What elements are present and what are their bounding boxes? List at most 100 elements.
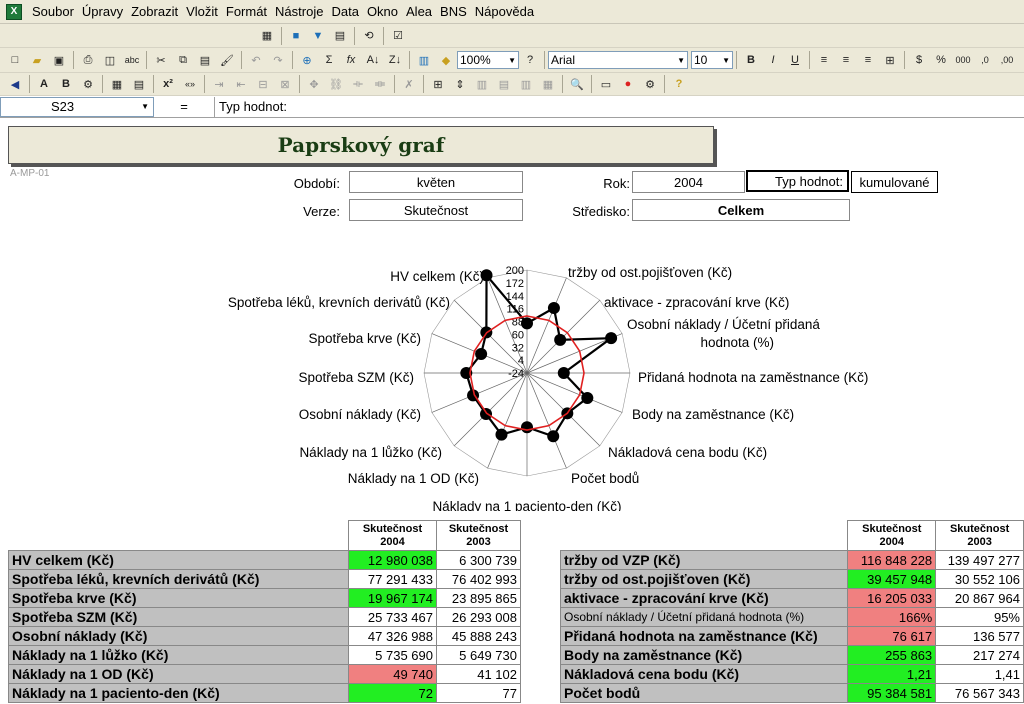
clear-icon[interactable]: ✗ (399, 74, 419, 94)
undo-icon[interactable]: ↶ (246, 50, 266, 70)
menu-soubor[interactable]: Soubor (28, 0, 78, 24)
thousands-icon[interactable]: 000 (953, 50, 973, 70)
list-icon[interactable]: ▤ (494, 74, 514, 94)
value-2004[interactable]: 166% (847, 607, 937, 627)
split-icon[interactable]: ⟛ (348, 74, 368, 94)
grid-icon[interactable]: ▦ (107, 74, 127, 94)
columns-icon[interactable]: ▥ (516, 74, 536, 94)
typ-hodnot-field[interactable]: kumulované (851, 171, 938, 193)
menu-napoveda[interactable]: Nápověda (471, 0, 538, 24)
font-a-icon[interactable]: A (34, 74, 54, 94)
value-2003[interactable]: 139 497 277 (935, 550, 1024, 570)
row-label[interactable]: tržby od VZP (Kč) (559, 550, 849, 570)
underline-icon[interactable]: U (785, 50, 805, 70)
bold-icon[interactable]: B (741, 50, 761, 70)
row-label[interactable]: Osobní náklady (Kč) (8, 626, 349, 646)
font-b-icon[interactable]: B (56, 74, 76, 94)
expand-icon[interactable]: ⇕ (450, 74, 470, 94)
value-2003[interactable]: 6 300 739 (436, 550, 521, 570)
value-2004[interactable]: 77 291 433 (348, 569, 437, 589)
formula-input[interactable]: Typ hodnot: (214, 96, 1024, 117)
settings-icon[interactable]: ⚙ (640, 74, 660, 94)
menu-upravy[interactable]: Úpravy (78, 0, 127, 24)
value-2004[interactable]: 1,21 (847, 664, 937, 684)
format-icon[interactable]: ⚙ (78, 74, 98, 94)
value-2003[interactable]: 76 402 993 (436, 569, 521, 589)
zoom-select[interactable]: 100% ▼ (457, 51, 519, 69)
value-2003[interactable]: 95% (935, 607, 1024, 627)
chart-small-icon[interactable]: ▥ (472, 74, 492, 94)
typ-hodnot-cell[interactable]: Typ hodnot: (746, 170, 849, 192)
spellcheck-icon[interactable]: abc (122, 50, 142, 70)
report-icon[interactable]: ▤ (330, 26, 350, 46)
save-icon[interactable]: ▣ (49, 50, 69, 70)
decrease-decimal-icon[interactable]: ,00 (997, 50, 1017, 70)
paste-icon[interactable]: ▤ (195, 50, 215, 70)
delete-row-icon[interactable]: ⊟ (253, 74, 273, 94)
value-2003[interactable]: 45 888 243 (436, 626, 521, 646)
value-2004[interactable]: 16 205 033 (847, 588, 937, 608)
row-label[interactable]: Spotřeba léků, krevních derivátů (Kč) (8, 569, 349, 589)
value-2004[interactable]: 25 733 467 (348, 607, 437, 627)
print-icon[interactable]: ⎙ (78, 50, 98, 70)
menu-nastroje[interactable]: Nástroje (271, 0, 327, 24)
cube-icon[interactable]: ■ (286, 26, 306, 46)
row-label[interactable]: Spotřeba krve (Kč) (8, 588, 349, 608)
arrow-left-icon[interactable]: ◀ (5, 74, 25, 94)
name-box[interactable]: S23 ▼ (0, 96, 154, 117)
font-name-select[interactable]: Arial ▼ (548, 51, 688, 69)
currency-icon[interactable]: $ (909, 50, 929, 70)
value-2003[interactable]: 136 577 (935, 626, 1024, 646)
table-icon[interactable]: ▤ (129, 74, 149, 94)
row-label[interactable]: Body na zaměstnance (Kč) (559, 645, 849, 665)
move-icon[interactable]: ✥ (304, 74, 324, 94)
calculator-icon[interactable]: ▦ (257, 26, 277, 46)
value-2004[interactable]: 72 (348, 683, 437, 703)
menu-okno[interactable]: Okno (363, 0, 402, 24)
value-2003[interactable]: 41 102 (436, 664, 521, 684)
value-2003[interactable]: 77 (436, 683, 521, 703)
sort-desc-icon[interactable]: Z↓ (385, 50, 405, 70)
checkbox-icon[interactable]: ☑ (388, 26, 408, 46)
row-label[interactable]: Náklady na 1 lůžko (Kč) (8, 645, 349, 665)
cut-icon[interactable]: ✂ (151, 50, 171, 70)
filter-icon[interactable]: ▼ (308, 26, 328, 46)
value-2003[interactable]: 23 895 865 (436, 588, 521, 608)
redo-icon[interactable]: ↷ (268, 50, 288, 70)
open-folder-icon[interactable]: ▰ (27, 50, 47, 70)
value-2003[interactable]: 76 567 343 (935, 683, 1024, 703)
percent-icon[interactable]: % (931, 50, 951, 70)
delete-col-icon[interactable]: ⊠ (275, 74, 295, 94)
function-icon[interactable]: fx (341, 50, 361, 70)
verze-field[interactable]: Skutečnost (349, 199, 523, 221)
menu-data[interactable]: Data (327, 0, 362, 24)
row-label[interactable]: tržby od ost.pojišťoven (Kč) (559, 569, 849, 589)
value-2003[interactable]: 20 867 964 (935, 588, 1024, 608)
print-preview-icon[interactable]: ◫ (100, 50, 120, 70)
row-label[interactable]: Osobní náklady / Účetní přidaná hodnota … (559, 607, 849, 627)
row-label[interactable]: Počet bodů (559, 683, 849, 703)
align-center-icon[interactable]: ≡ (836, 50, 856, 70)
insert-col-icon[interactable]: ⇤ (231, 74, 251, 94)
copy-icon[interactable]: ⧉ (173, 50, 193, 70)
excel-app-icon[interactable]: X (6, 3, 22, 20)
row-label[interactable]: HV celkem (Kč) (8, 550, 349, 570)
help-icon[interactable]: ? (520, 50, 540, 70)
row-label[interactable]: aktivace - zpracování krve (Kč) (559, 588, 849, 608)
obdobi-field[interactable]: květen (349, 171, 523, 193)
value-2004[interactable]: 49 740 (348, 664, 437, 684)
insert-row-icon[interactable]: ⇥ (209, 74, 229, 94)
value-2004[interactable]: 12 980 038 (348, 550, 437, 570)
value-2003[interactable]: 217 274 (935, 645, 1024, 665)
font-size-select[interactable]: 10 ▼ (691, 51, 733, 69)
refresh-icon[interactable]: ⟲ (359, 26, 379, 46)
code-icon[interactable]: «» (180, 74, 200, 94)
value-2004[interactable]: 95 384 581 (847, 683, 937, 703)
italic-icon[interactable]: I (763, 50, 783, 70)
align-right-icon[interactable]: ≡ (858, 50, 878, 70)
value-2004[interactable]: 255 863 (847, 645, 937, 665)
menu-bns[interactable]: BNS (436, 0, 471, 24)
row-label[interactable]: Náklady na 1 OD (Kč) (8, 664, 349, 684)
increase-decimal-icon[interactable]: ,0 (975, 50, 995, 70)
format-painter-icon[interactable]: 🖌 (217, 50, 237, 70)
